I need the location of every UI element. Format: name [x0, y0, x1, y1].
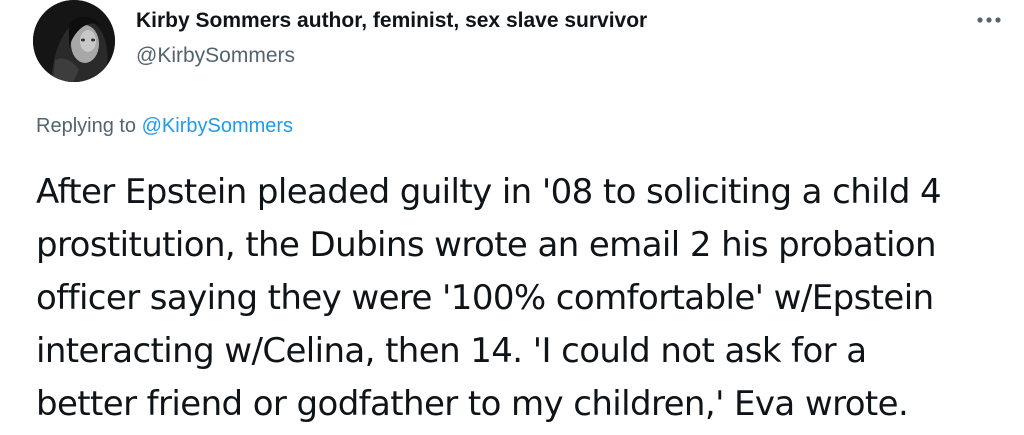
- tweet-text-line: interacting w/Celina, then 14. 'I could …: [36, 331, 867, 371]
- author-avatar[interactable]: [33, 0, 115, 82]
- tweet-text-line: After Epstein pleaded guilty in '08 to s…: [36, 172, 942, 212]
- author-name[interactable]: Kirby Sommers author, feminist, sex slav…: [136, 9, 647, 33]
- reply-context: Replying to @KirbySommers: [36, 115, 293, 138]
- tweet-card[interactable]: Kirby Sommers author, feminist, sex slav…: [0, 0, 1024, 435]
- reply-prefix: Replying to: [36, 115, 137, 137]
- tweet-text-line: prostitution, the Dubins wrote an email …: [36, 225, 937, 265]
- author-handle[interactable]: @KirbySommers: [136, 44, 295, 68]
- more-horizontal-icon: [977, 17, 1001, 23]
- tweet-text-line: officer saying they were '100% comfortab…: [36, 278, 934, 318]
- reply-mention-link[interactable]: @KirbySommers: [142, 115, 293, 137]
- tweet-text: After Epstein pleaded guilty in '08 to s…: [36, 166, 1006, 431]
- more-options-button[interactable]: [972, 6, 1006, 34]
- tweet-text-line: better friend or godfather to my childre…: [36, 384, 909, 424]
- profile-photo-icon: [33, 0, 115, 82]
